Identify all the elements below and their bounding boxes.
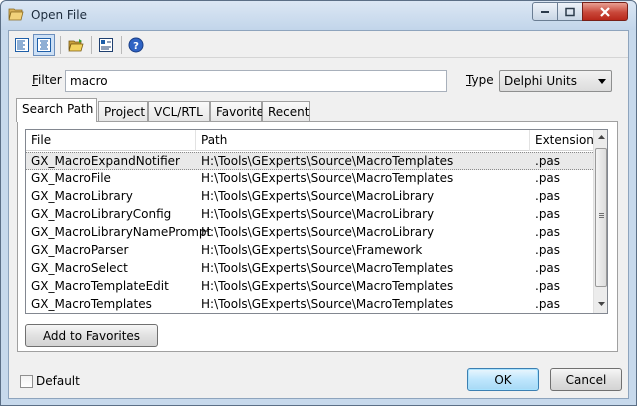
extension-cell: .pas (535, 154, 561, 168)
open-file-window: Open File ? Filter macro Type Delphi Uni… (0, 0, 637, 406)
help-icon: ? (128, 37, 144, 53)
window-title: Open File (31, 8, 87, 22)
table-row[interactable]: GX_MacroSelect H:\Tools\GExperts\Source\M… (26, 260, 593, 278)
tab-label: VCL/RTL (154, 105, 203, 119)
filter-input[interactable] (65, 70, 447, 92)
file-cell: GX_MacroExpandNotifier (31, 154, 180, 168)
extension-cell: .pas (535, 297, 561, 311)
extension-cell: .pas (535, 279, 561, 293)
extension-cell: .pas (535, 207, 561, 221)
grid-header: File Path Extension (26, 130, 594, 151)
minimize-button[interactable] (532, 2, 558, 21)
path-cell: H:\Tools\GExperts\Source\MacroTemplates (201, 171, 454, 185)
table-row[interactable]: GX_MacroTemplates H:\Tools\GExperts\Sourc… (26, 296, 593, 313)
type-dropdown[interactable]: Delphi Units (499, 70, 612, 92)
table-row[interactable]: GX_MacroExpandNotifier H:\Tools\GExperts\… (26, 152, 593, 170)
toolbar-separator (121, 36, 122, 54)
select-view-icon (99, 38, 113, 52)
chevron-down-icon (598, 302, 605, 306)
extension-cell: .pas (535, 261, 561, 275)
toolbar-separator (60, 36, 61, 54)
add-to-favorites-button[interactable]: Add to Favorites (25, 324, 158, 347)
file-cell: GX_MacroLibraryNamePrompt (31, 225, 212, 239)
tab-label: Search Path (22, 102, 94, 116)
file-cell: GX_MacroParser (31, 243, 129, 257)
chevron-up-icon (598, 135, 605, 139)
scroll-up-button[interactable] (594, 130, 607, 146)
file-cell: GX_MacroSelect (31, 261, 128, 275)
path-cell: H:\Tools\GExperts\Source\MacroTemplates (201, 297, 454, 311)
scrollbar-grip (599, 215, 604, 216)
default-checkbox[interactable] (20, 375, 33, 388)
tab-label: Recent (268, 105, 310, 119)
search-path-panel: File Path Extension GX_MacroExpandNotifi… (17, 121, 618, 352)
toolbar: ? (9, 31, 628, 58)
svg-text:?: ? (133, 41, 139, 52)
open-folder-icon (68, 39, 84, 52)
tab-favorite[interactable]: Favorite (210, 101, 264, 122)
left-align-icon (15, 38, 29, 52)
table-row[interactable]: GX_MacroFile H:\Tools\GExperts\Source\Mac… (26, 170, 593, 188)
file-cell: GX_MacroLibraryConfig (31, 207, 172, 221)
table-row[interactable]: GX_MacroParser H:\Tools\GExperts\Source\F… (26, 242, 593, 260)
path-cell: H:\Tools\GExperts\Source\MacroTemplates (201, 279, 454, 293)
chevron-down-icon (598, 79, 606, 84)
tab-label: Project (104, 105, 146, 119)
extension-cell: .pas (535, 189, 561, 203)
scrollbar-thumb[interactable] (595, 148, 607, 287)
column-header-extension[interactable]: Extension (530, 130, 594, 151)
vertical-scrollbar[interactable] (593, 130, 607, 313)
tab-recent[interactable]: Recent (262, 101, 310, 122)
column-header-file[interactable]: File (26, 130, 196, 151)
path-cell: H:\Tools\GExperts\Source\MacroLibrary (201, 225, 435, 239)
center-align-button[interactable] (33, 34, 55, 56)
select-view-button[interactable] (95, 34, 117, 56)
maximize-button[interactable] (557, 2, 583, 21)
dialog-client-area: ? Filter Type Delphi Units Search Path P… (8, 30, 629, 399)
file-cell: GX_MacroTemplates (31, 297, 152, 311)
tab-vcl-rtl[interactable]: VCL/RTL (148, 101, 210, 122)
table-row[interactable]: GX_MacroLibraryNamePrompt H:\Tools\GExper… (26, 224, 593, 242)
close-button[interactable] (582, 2, 628, 21)
filter-label-rest: ilter (38, 73, 62, 87)
file-grid[interactable]: File Path Extension GX_MacroExpandNotifi… (25, 129, 608, 314)
table-row[interactable]: GX_MacroLibrary H:\Tools\GExperts\Source\… (26, 188, 593, 206)
path-cell: H:\Tools\GExperts\Source\MacroLibrary (201, 207, 435, 221)
table-row[interactable]: GX_MacroTemplateEdit H:\Tools\GExperts\So… (26, 278, 593, 296)
extension-cell: .pas (535, 171, 561, 185)
scroll-down-button[interactable] (594, 297, 607, 313)
extension-cell: .pas (535, 225, 561, 239)
center-align-icon (37, 38, 51, 52)
ok-button[interactable]: OK (467, 368, 539, 391)
file-cell: GX_MacroTemplateEdit (31, 279, 169, 293)
path-cell: H:\Tools\GExperts\Source\MacroTemplates (201, 261, 454, 275)
file-cell: GX_MacroLibrary (31, 189, 133, 203)
table-row[interactable]: GX_MacroLibraryConfig H:\Tools\GExperts\S… (26, 206, 593, 224)
extension-cell: .pas (535, 243, 561, 257)
scrollbar-grip (599, 213, 604, 214)
toolbar-separator (91, 36, 92, 54)
close-icon (600, 6, 610, 17)
tab-label: Favorite (216, 105, 264, 119)
type-label: Type (466, 73, 494, 87)
tab-search-path[interactable]: Search Path (16, 98, 97, 122)
default-checkbox-label: Default (36, 374, 80, 388)
tab-project[interactable]: Project (98, 101, 148, 122)
path-cell: H:\Tools\GExperts\Source\MacroLibrary (201, 189, 435, 203)
open-folder-button[interactable] (64, 34, 86, 56)
type-selected-value: Delphi Units (504, 74, 578, 88)
type-label-rest: ype (471, 73, 494, 87)
help-button[interactable]: ? (125, 34, 147, 56)
filter-label: Filter (32, 73, 62, 87)
left-align-button[interactable] (11, 34, 33, 56)
column-header-path[interactable]: Path (196, 130, 530, 151)
cancel-button[interactable]: Cancel (550, 368, 622, 391)
path-cell: H:\Tools\GExperts\Source\Framework (201, 243, 423, 257)
path-cell: H:\Tools\GExperts\Source\MacroTemplates (201, 154, 454, 168)
folder-open-icon (8, 7, 24, 21)
file-cell: GX_MacroFile (31, 171, 111, 185)
title-bar[interactable]: Open File (1, 1, 636, 30)
scrollbar-grip (599, 217, 604, 218)
